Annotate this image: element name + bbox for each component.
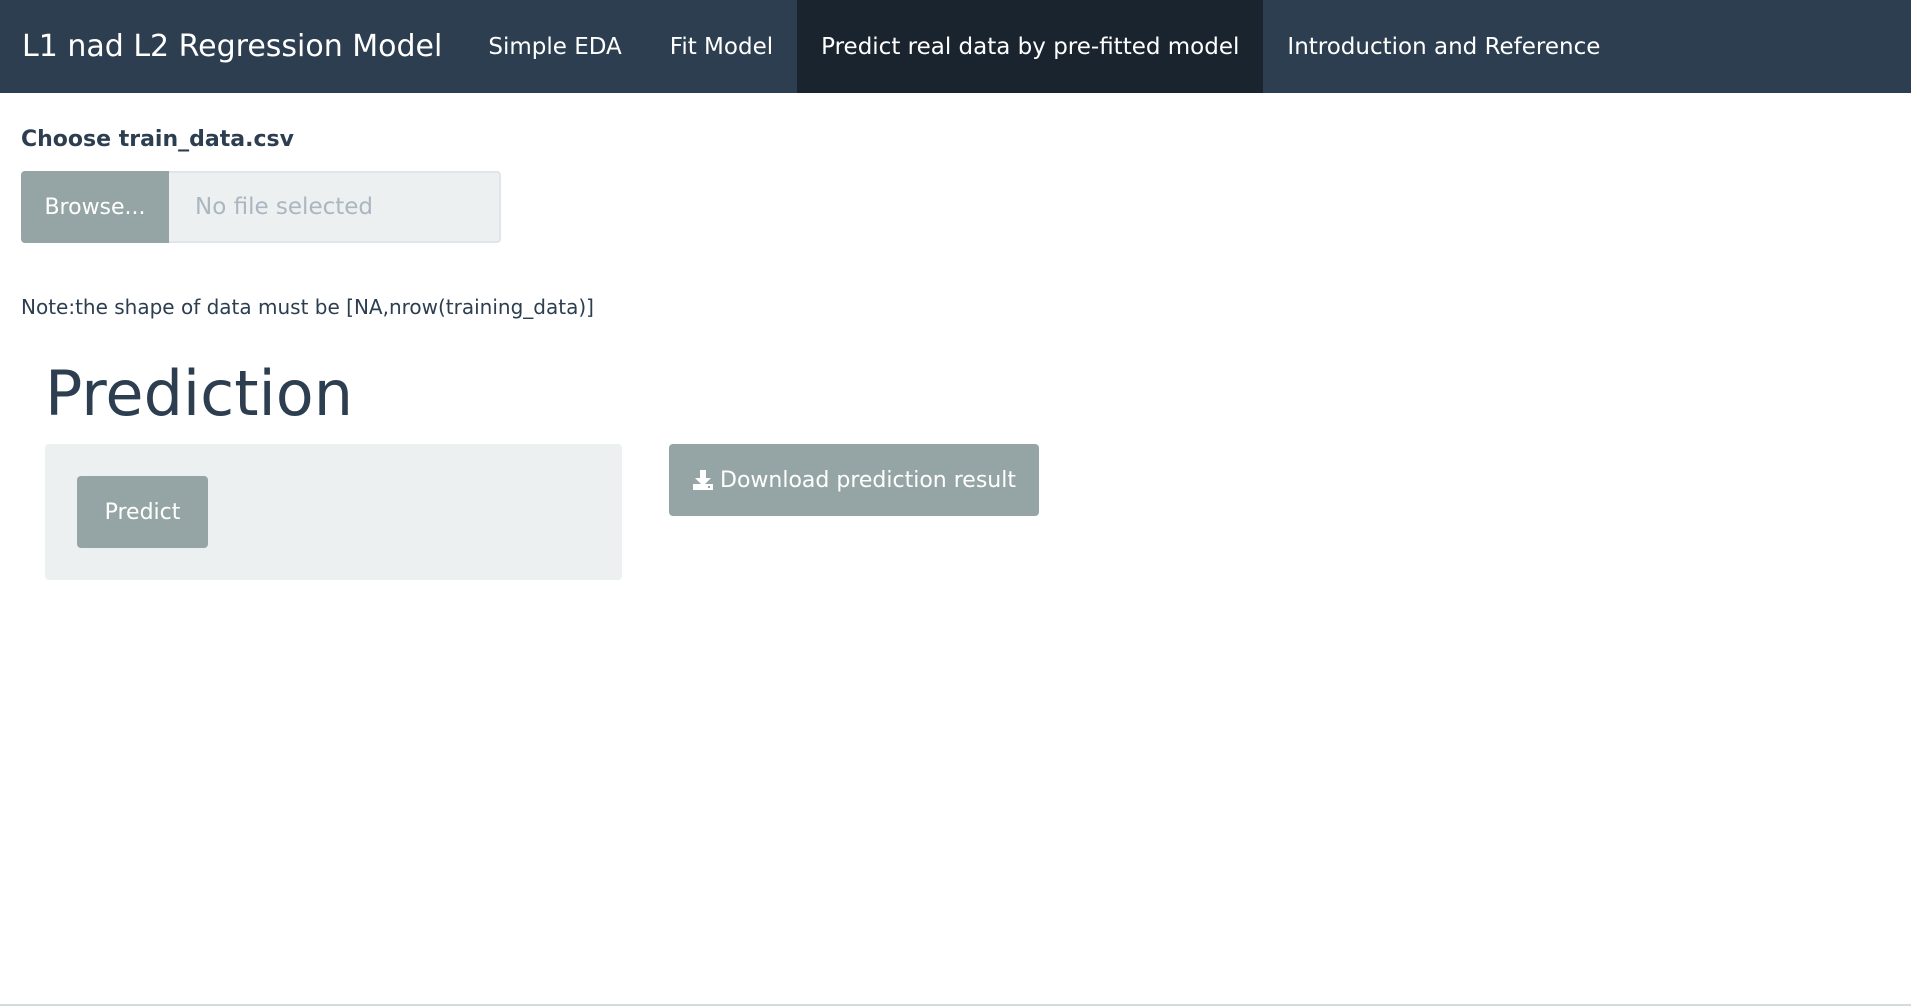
predict-button[interactable]: Predict (77, 476, 208, 548)
file-upload-input[interactable]: Browse... No file selected (21, 171, 501, 243)
file-upload-label: Choose train_data.csv (21, 127, 294, 152)
shape-note: Note:the shape of data must be [NA,nrow(… (21, 295, 594, 319)
prediction-well: Predict (45, 444, 622, 580)
download-prediction-button[interactable]: Download prediction result (669, 444, 1039, 516)
tab-introduction[interactable]: Introduction and Reference (1263, 0, 1624, 93)
browse-button[interactable]: Browse... (21, 171, 169, 243)
tab-predict[interactable]: Predict real data by pre-fitted model (797, 0, 1264, 93)
download-button-label: Download prediction result (720, 467, 1016, 493)
nav-tabs: Simple EDA Fit Model Predict real data b… (464, 0, 1624, 93)
file-name-field[interactable]: No file selected (169, 171, 501, 243)
prediction-heading: Prediction (45, 357, 354, 430)
app-brand[interactable]: L1 nad L2 Regression Model (0, 0, 464, 93)
tab-simple-eda[interactable]: Simple EDA (464, 0, 645, 93)
bottom-divider (0, 1004, 1911, 1006)
tab-fit-model[interactable]: Fit Model (646, 0, 797, 93)
navbar: L1 nad L2 Regression Model Simple EDA Fi… (0, 0, 1911, 93)
download-icon (692, 469, 714, 491)
